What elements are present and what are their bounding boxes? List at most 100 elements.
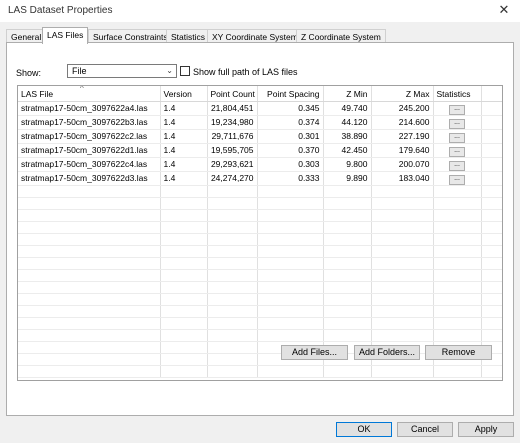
column-header-version[interactable]: Version — [160, 86, 208, 102]
empty-cell — [371, 269, 434, 282]
add-folders-button[interactable]: Add Folders... — [354, 345, 420, 360]
tab-las-files[interactable]: LAS Files — [42, 27, 89, 44]
statistics-button[interactable]: ... — [449, 118, 465, 128]
empty-cell — [207, 197, 258, 210]
column-header-las-file[interactable]: ^ LAS File — [18, 86, 161, 102]
table-row[interactable]: stratmap17-50cm_3097622d3.las 1.4 24,274,2… — [18, 171, 502, 186]
statistics-cell: ... — [433, 143, 482, 158]
empty-cell — [371, 293, 434, 306]
point-count-cell: 29,711,676 — [207, 129, 258, 144]
empty-cell — [323, 269, 372, 282]
filler-cell — [481, 115, 502, 130]
empty-cell — [257, 257, 324, 270]
statistics-button[interactable]: ... — [449, 174, 465, 184]
empty-table-row — [18, 317, 502, 330]
empty-cell — [481, 185, 502, 198]
column-header-z-max[interactable]: Z Max — [371, 86, 434, 102]
show-dropdown-value: File — [72, 66, 87, 76]
empty-cell — [323, 245, 372, 258]
empty-cell — [160, 221, 208, 234]
tab-z-coordinate-system[interactable]: Z Coordinate System — [296, 29, 386, 43]
empty-cell — [160, 365, 208, 378]
empty-cell — [160, 317, 208, 330]
empty-cell — [433, 209, 482, 222]
empty-cell — [481, 245, 502, 258]
empty-cell — [207, 269, 258, 282]
empty-cell — [18, 233, 161, 246]
statistics-button[interactable]: ... — [449, 146, 465, 156]
empty-cell — [160, 353, 208, 366]
add-files-button[interactable]: Add Files... — [281, 345, 348, 360]
show-full-path-label: Show full path of LAS files — [193, 67, 298, 77]
window-title: LAS Dataset Properties — [8, 5, 113, 16]
empty-cell — [323, 281, 372, 294]
sort-indicator-icon: ^ — [80, 86, 84, 93]
show-dropdown[interactable]: File ⌄ — [67, 64, 177, 78]
empty-cell — [433, 185, 482, 198]
empty-cell — [323, 365, 372, 378]
tab-xy-coordinate-system[interactable]: XY Coordinate System — [207, 29, 303, 43]
empty-table-row — [18, 221, 502, 234]
empty-cell — [433, 305, 482, 318]
empty-cell — [323, 329, 372, 342]
empty-cell — [371, 233, 434, 246]
empty-cell — [18, 269, 161, 282]
column-header-z-min[interactable]: Z Min — [323, 86, 372, 102]
column-header-statistics[interactable]: Statistics — [433, 86, 482, 102]
z-max-cell: 214.600 — [371, 115, 434, 130]
table-row[interactable]: stratmap17-50cm_3097622c4.las 1.4 29,293,6… — [18, 157, 502, 172]
empty-cell — [18, 221, 161, 234]
table-row[interactable]: stratmap17-50cm_3097622a4.las 1.4 21,804,4… — [18, 101, 502, 116]
empty-cell — [371, 305, 434, 318]
column-header-point-count[interactable]: Point Count — [207, 86, 258, 102]
empty-cell — [160, 293, 208, 306]
show-full-path-checkbox[interactable] — [180, 66, 190, 76]
empty-cell — [160, 269, 208, 282]
statistics-button[interactable]: ... — [449, 160, 465, 170]
empty-cell — [371, 317, 434, 330]
statistics-button[interactable]: ... — [449, 104, 465, 114]
empty-table-row — [18, 233, 502, 246]
las-file-cell: stratmap17-50cm_3097622b3.las — [18, 115, 161, 130]
las-files-table[interactable]: ^ LAS File Version Point Count Point Spa… — [17, 85, 503, 381]
tab-general[interactable]: General — [6, 29, 47, 43]
empty-cell — [18, 293, 161, 306]
point-count-cell: 29,293,621 — [207, 157, 258, 172]
empty-cell — [18, 185, 161, 198]
statistics-button[interactable]: ... — [449, 132, 465, 142]
table-row[interactable]: stratmap17-50cm_3097622b3.las 1.4 19,234,9… — [18, 115, 502, 130]
empty-cell — [433, 365, 482, 378]
ok-button[interactable]: OK — [336, 422, 392, 437]
version-cell: 1.4 — [160, 143, 208, 158]
z-min-cell: 9.800 — [323, 157, 372, 172]
empty-cell — [18, 341, 161, 354]
column-header-point-spacing[interactable]: Point Spacing — [257, 86, 324, 102]
empty-cell — [371, 245, 434, 258]
empty-cell — [433, 245, 482, 258]
filler-cell — [481, 101, 502, 116]
chevron-down-icon: ⌄ — [166, 66, 173, 75]
empty-cell — [18, 305, 161, 318]
empty-cell — [371, 365, 434, 378]
z-max-cell: 245.200 — [371, 101, 434, 116]
empty-cell — [207, 281, 258, 294]
filler-cell — [481, 157, 502, 172]
point-spacing-cell: 0.370 — [257, 143, 324, 158]
tab-surface-constraints[interactable]: Surface Constraints — [88, 29, 173, 43]
empty-cell — [160, 341, 208, 354]
table-row[interactable]: stratmap17-50cm_3097622d1.las 1.4 19,595,7… — [18, 143, 502, 158]
cancel-button[interactable]: Cancel — [397, 422, 453, 437]
tab-statistics[interactable]: Statistics — [166, 29, 211, 43]
close-icon[interactable]: ✕ — [496, 2, 512, 18]
empty-cell — [433, 257, 482, 270]
empty-cell — [433, 281, 482, 294]
empty-table-row — [18, 365, 502, 378]
empty-cell — [207, 317, 258, 330]
apply-button[interactable]: Apply — [458, 422, 514, 437]
table-row[interactable]: stratmap17-50cm_3097622c2.las 1.4 29,711,6… — [18, 129, 502, 144]
z-min-cell: 42.450 — [323, 143, 372, 158]
remove-button[interactable]: Remove — [425, 345, 492, 360]
filler-cell — [481, 143, 502, 158]
filler-cell — [481, 129, 502, 144]
point-spacing-cell: 0.345 — [257, 101, 324, 116]
